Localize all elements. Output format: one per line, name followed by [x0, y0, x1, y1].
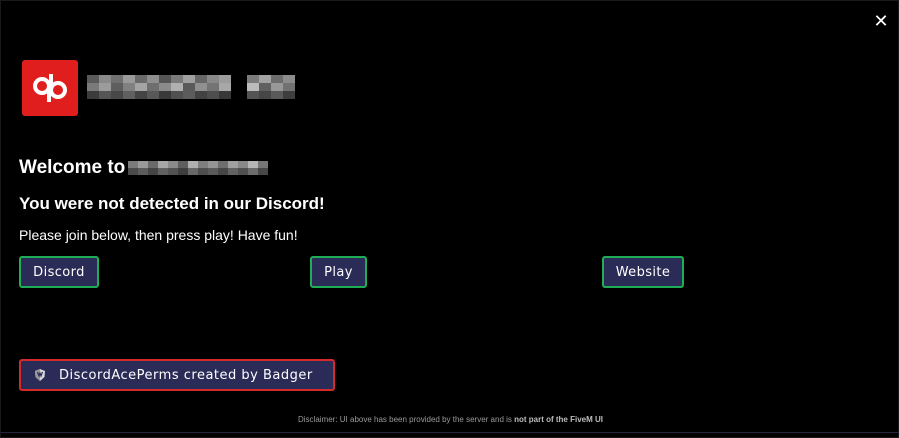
- qb-logo-icon: [33, 74, 67, 102]
- welcome-heading: Welcome to: [19, 157, 269, 179]
- instructions-text: Please join below, then press play! Have…: [19, 227, 298, 243]
- credit-label: DiscordAcePerms created by Badger: [59, 367, 313, 383]
- badger-icon: [33, 368, 47, 382]
- close-icon: ✕: [873, 11, 889, 32]
- credit-button[interactable]: DiscordAcePerms created by Badger: [19, 359, 335, 391]
- not-detected-message: You were not detected in our Discord!: [19, 194, 325, 213]
- server-name-redacted: [87, 71, 307, 103]
- website-button[interactable]: Website: [602, 256, 684, 288]
- server-name-inline-redacted: [128, 161, 269, 175]
- redacted-pixel-block: [87, 75, 295, 99]
- modal-window: ✕ Welcome to You were not detected in ou…: [0, 0, 899, 438]
- fivem-disclaimer: Disclaimer: UI above has been provided b…: [1, 415, 899, 424]
- welcome-prefix: Welcome to: [19, 157, 126, 178]
- server-logo: [22, 60, 78, 116]
- bottom-divider: [1, 432, 899, 433]
- disclaimer-text: Disclaimer: UI above has been provided b…: [298, 415, 515, 424]
- disclaimer-emphasis: not part of the FiveM UI: [514, 415, 603, 424]
- discord-button[interactable]: Discord: [19, 256, 99, 288]
- close-button[interactable]: ✕: [872, 13, 890, 31]
- play-button[interactable]: Play: [310, 256, 367, 288]
